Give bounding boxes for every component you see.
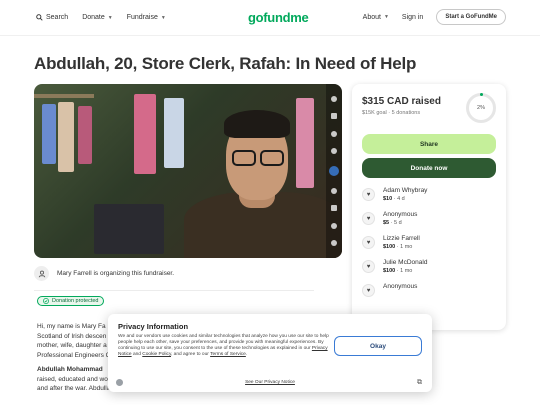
- donor-when: · 1 mo: [396, 268, 413, 274]
- chevron-down-icon: ▼: [107, 14, 113, 21]
- donor-item: ♥ Anonymous $5 · 5 d: [362, 211, 496, 226]
- nav-left: Search Donate ▼ Fundraise ▼: [36, 14, 166, 21]
- donation-protected-badge[interactable]: Donation protected: [37, 296, 105, 306]
- privacy-footer: See Our Privacy Notice ⧉: [116, 379, 424, 386]
- donor-amount: $100: [383, 268, 396, 274]
- clothing-item: [296, 98, 314, 188]
- gofundme-logo[interactable]: gofundme: [248, 10, 309, 25]
- donor-amount: $10: [383, 196, 393, 202]
- donation-hand-icon: ♥: [362, 188, 375, 201]
- search-button[interactable]: Search: [36, 14, 68, 21]
- progress-ring: 2%: [466, 93, 496, 123]
- square-icon[interactable]: [331, 205, 337, 212]
- fundraise-menu[interactable]: Fundraise ▼: [127, 14, 166, 21]
- cookie-policy-link[interactable]: Cookie Policy: [142, 352, 171, 357]
- progress-percent: 2%: [477, 105, 485, 111]
- protected-label: Donation protected: [52, 298, 99, 304]
- counter: [94, 204, 164, 254]
- nav-right: About ▼ Sign in Start a GoFundMe: [363, 9, 506, 25]
- media-toolbar: [326, 84, 342, 258]
- person-hair: [224, 110, 290, 138]
- down-icon[interactable]: [331, 187, 337, 194]
- clothing-item: [42, 104, 56, 164]
- donate-menu-label: Donate: [82, 14, 105, 21]
- donor-when: · 5 d: [390, 220, 402, 226]
- camera-icon[interactable]: [331, 130, 337, 137]
- donor-when: · 1 mo: [396, 244, 413, 250]
- privacy-text-part: .: [245, 352, 248, 358]
- search-icon: [36, 14, 43, 21]
- glasses-icon: [260, 150, 284, 166]
- donor-name: Adam Whybray: [383, 187, 428, 194]
- campaign-photo[interactable]: [34, 84, 342, 258]
- person-icon: [34, 266, 49, 281]
- donor-meta: $10 · 4 d: [383, 196, 427, 202]
- privacy-options-icon[interactable]: [116, 379, 123, 386]
- donor-item: ♥ Lizzie Farrell $100 · 1 mo: [362, 235, 496, 250]
- donation-hand-icon: ♥: [362, 236, 375, 249]
- chevron-down-icon: ▼: [383, 14, 389, 20]
- stop-icon[interactable]: [331, 113, 337, 120]
- donor-item: ♥ Anonymous: [362, 283, 496, 297]
- power-icon[interactable]: [331, 95, 337, 102]
- clothing-item: [78, 106, 92, 164]
- see-privacy-notice-link[interactable]: See Our Privacy Notice: [245, 380, 295, 385]
- privacy-text-part: and: [131, 352, 143, 358]
- sign-in-link[interactable]: Sign in: [402, 14, 423, 21]
- about-menu[interactable]: About ▼: [363, 14, 389, 21]
- donate-now-button[interactable]: Donate now: [362, 158, 496, 178]
- privacy-dialog: Privacy Information We and our vendors u…: [108, 314, 432, 392]
- share-button[interactable]: Share: [362, 134, 496, 154]
- donation-hand-icon: ♥: [362, 260, 375, 273]
- donor-meta: $100 · 1 mo: [383, 244, 420, 250]
- start-gofundme-button[interactable]: Start a GoFundMe: [436, 9, 506, 25]
- location-icon[interactable]: [329, 165, 339, 176]
- donor-name: Anonymous: [383, 283, 418, 290]
- shelf: [34, 94, 94, 98]
- donor-meta: $100 · 1 mo: [383, 268, 427, 274]
- donor-item: ♥ Adam Whybray $10 · 4 d: [362, 187, 496, 202]
- clothing-item: [58, 102, 74, 172]
- fundraise-menu-label: Fundraise: [126, 14, 158, 21]
- organizer-row: Mary Farrell is organizing this fundrais…: [34, 266, 314, 291]
- privacy-text-part: We and our vendors use cookies and simil…: [118, 334, 329, 352]
- top-nav: Search Donate ▼ Fundraise ▼ gofundme Abo…: [0, 0, 540, 36]
- terms-link[interactable]: Terms of Service: [210, 352, 246, 357]
- search-label: Search: [46, 14, 69, 21]
- more-icon[interactable]: [331, 240, 337, 247]
- clothing-item: [164, 98, 184, 168]
- donor-amount: $100: [383, 244, 396, 250]
- donor-amount: $5: [383, 220, 390, 226]
- donation-hand-icon: ♥: [362, 212, 375, 225]
- about-menu-label: About: [362, 13, 381, 21]
- donation-card: $315 CAD raised $15K goal · 5 donations …: [352, 84, 506, 330]
- donate-menu[interactable]: Donate ▼: [82, 14, 113, 21]
- chevron-down-icon: ▼: [160, 14, 166, 21]
- okay-button[interactable]: Okay: [334, 336, 422, 356]
- donation-hand-icon: ♥: [362, 284, 375, 297]
- privacy-text: We and our vendors use cookies and simil…: [118, 334, 330, 358]
- privacy-title: Privacy Information: [118, 322, 189, 331]
- donor-name: Julie McDonald: [383, 259, 428, 266]
- shield-check-icon: [43, 298, 49, 304]
- up-icon[interactable]: [331, 148, 337, 155]
- glasses-icon: [232, 150, 256, 166]
- refresh-icon[interactable]: [331, 222, 337, 229]
- donor-name: Anonymous: [383, 211, 418, 218]
- donor-meta: $5 · 5 d: [383, 220, 417, 226]
- donor-when: · 4 d: [393, 196, 405, 202]
- donor-name: Lizzie Farrell: [383, 235, 420, 242]
- organizer-text: Mary Farrell is organizing this fundrais…: [57, 270, 175, 277]
- page-title: Abdullah, 20, Store Clerk, Rafah: In Nee…: [34, 54, 417, 73]
- donor-item: ♥ Julie McDonald $100 · 1 mo: [362, 259, 496, 274]
- cookie-settings-icon[interactable]: ⧉: [417, 379, 424, 386]
- privacy-text-part: , and agree to our: [171, 352, 211, 358]
- clothing-item: [134, 94, 156, 174]
